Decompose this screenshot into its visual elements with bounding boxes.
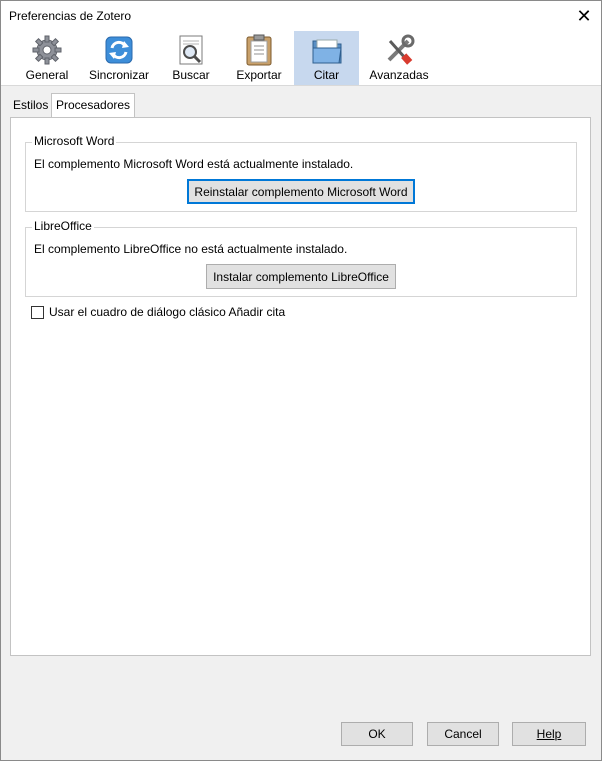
pane-cite-label: Citar [313, 68, 340, 82]
checkbox-box[interactable] [31, 305, 44, 319]
tab-word-processors[interactable]: Procesadores de texto [51, 93, 136, 134]
word-group: Microsoft Word El complemento Microsoft … [25, 134, 577, 212]
preferences-window: Preferencias de Zotero ✕ General Sincron… [0, 0, 602, 761]
pane-sync-label: Sincronizar [88, 68, 150, 82]
tab-styles[interactable]: Estilos [9, 95, 52, 115]
pane-general[interactable]: General [15, 31, 79, 85]
word-legend: Microsoft Word [32, 134, 117, 148]
pane-advanced-label: Avanzadas [369, 68, 429, 82]
help-button[interactable]: Help [512, 722, 586, 746]
libreoffice-legend: LibreOffice [32, 219, 94, 233]
libreoffice-status: El complemento LibreOffice no está actua… [34, 242, 348, 256]
gear-icon [32, 35, 62, 65]
window-title: Preferencias de Zotero [9, 9, 132, 23]
classic-dialog-checkbox[interactable]: Usar el cuadro de diálogo clásico Añadir… [31, 305, 285, 319]
install-libreoffice-button[interactable]: Instalar complemento LibreOffice [206, 264, 396, 289]
pane-cite[interactable]: Citar [294, 31, 359, 85]
clipboard-icon [246, 34, 272, 66]
folder-icon [312, 39, 342, 64]
search-icon [179, 35, 203, 65]
preferences-toolbar: General Sincronizar Buscar Exportar Cita… [1, 31, 601, 86]
pane-export-label: Exportar [236, 68, 282, 82]
pane-sync[interactable]: Sincronizar [85, 31, 153, 85]
classic-dialog-label: Usar el cuadro de diálogo clásico Añadir… [49, 305, 286, 319]
sync-icon [105, 36, 133, 64]
pane-advanced[interactable]: Avanzadas [365, 31, 433, 85]
title-bar: Preferencias de Zotero ✕ [1, 1, 601, 31]
pane-general-label: General [25, 68, 69, 82]
tools-icon [387, 34, 415, 65]
reinstall-word-button[interactable]: Reinstalar complemento Microsoft Word [187, 179, 415, 204]
close-button[interactable]: ✕ [567, 1, 601, 31]
word-processors-panel: Microsoft Word El complemento Microsoft … [10, 117, 591, 656]
ok-button[interactable]: OK [341, 722, 413, 746]
close-icon: ✕ [576, 5, 592, 26]
word-status: El complemento Microsoft Word está actua… [34, 157, 354, 171]
pane-export[interactable]: Exportar [227, 31, 291, 85]
cancel-button[interactable]: Cancel [427, 722, 499, 746]
pane-search[interactable]: Buscar [161, 31, 221, 85]
libreoffice-group: LibreOffice El complemento LibreOffice n… [25, 219, 577, 297]
pane-search-label: Buscar [172, 68, 210, 82]
